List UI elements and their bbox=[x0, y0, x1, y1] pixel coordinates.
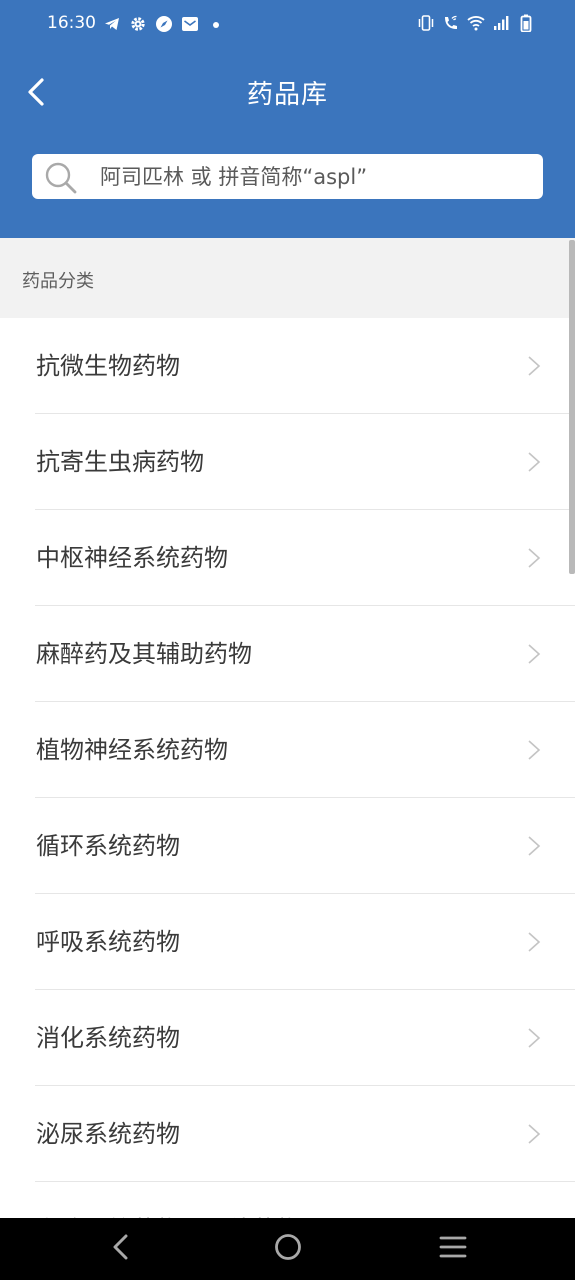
wifi-icon bbox=[467, 14, 485, 32]
vibrate-icon bbox=[417, 14, 435, 32]
category-item[interactable]: 植物神经系统药物 bbox=[0, 702, 575, 798]
nav-home-button[interactable] bbox=[271, 1232, 305, 1266]
category-item[interactable]: 循环系统药物 bbox=[0, 798, 575, 894]
category-list: 抗微生物药物 抗寄生虫病药物 中枢神经系统药物 麻醉药及其辅助药物 植物神经系统… bbox=[0, 318, 575, 1218]
category-label: 麻醉药及其辅助药物 bbox=[36, 640, 252, 668]
back-icon bbox=[104, 1230, 138, 1268]
category-label: 植物神经系统药物 bbox=[36, 736, 228, 764]
category-item[interactable]: 抗微生物药物 bbox=[0, 318, 575, 414]
section-header: 药品分类 bbox=[0, 238, 575, 318]
category-item[interactable]: 呼吸系统药物 bbox=[0, 894, 575, 990]
nav-recents-button[interactable] bbox=[436, 1232, 470, 1266]
search-input[interactable] bbox=[100, 154, 530, 199]
category-label: 血液系统药物及其他药物 bbox=[36, 1182, 300, 1218]
category-label: 消化系统药物 bbox=[36, 1024, 180, 1052]
category-label: 抗微生物药物 bbox=[36, 352, 180, 380]
category-label: 泌尿系统药物 bbox=[36, 1120, 180, 1148]
nav-back-button[interactable] bbox=[104, 1232, 138, 1266]
chevron-right-icon bbox=[527, 931, 541, 953]
category-item[interactable]: 中枢神经系统药物 bbox=[0, 510, 575, 606]
scrollbar[interactable] bbox=[569, 240, 575, 574]
search-icon bbox=[44, 161, 78, 195]
chevron-right-icon bbox=[527, 1027, 541, 1049]
settings-icon bbox=[129, 15, 147, 33]
category-item[interactable]: 抗寄生虫病药物 bbox=[0, 414, 575, 510]
category-label: 中枢神经系统药物 bbox=[36, 544, 228, 572]
status-bar: 16:30 bbox=[0, 0, 575, 48]
category-label: 呼吸系统药物 bbox=[36, 928, 180, 956]
wifi-call-icon bbox=[442, 14, 460, 32]
category-item[interactable]: 泌尿系统药物 bbox=[0, 1086, 575, 1182]
chevron-right-icon bbox=[527, 451, 541, 473]
status-time: 16:30 bbox=[47, 13, 96, 33]
header: 16:30 药品库 阿司匹林 或 拼音简称“aspl” bbox=[0, 0, 575, 238]
dot-icon bbox=[207, 15, 225, 33]
page-title: 药品库 bbox=[246, 80, 328, 110]
chevron-right-icon bbox=[527, 547, 541, 569]
search-box[interactable] bbox=[32, 154, 543, 199]
status-right-icons bbox=[417, 12, 535, 34]
home-icon bbox=[271, 1230, 305, 1268]
chevron-right-icon bbox=[527, 1123, 541, 1145]
category-label: 循环系统药物 bbox=[36, 832, 180, 860]
category-item[interactable]: 消化系统药物 bbox=[0, 990, 575, 1086]
compass-icon bbox=[155, 15, 173, 33]
chevron-right-icon bbox=[527, 643, 541, 665]
telegram-icon bbox=[103, 15, 121, 33]
chevron-right-icon bbox=[527, 835, 541, 857]
mail-icon bbox=[181, 15, 199, 33]
section-title: 药品分类 bbox=[22, 271, 94, 292]
signal-icon bbox=[492, 14, 510, 32]
chevron-right-icon bbox=[527, 739, 541, 761]
system-nav-bar bbox=[0, 1218, 575, 1280]
battery-icon bbox=[517, 14, 535, 32]
status-left-icons bbox=[103, 13, 225, 35]
category-item[interactable]: 麻醉药及其辅助药物 bbox=[0, 606, 575, 702]
menu-icon bbox=[436, 1230, 470, 1268]
chevron-right-icon bbox=[527, 355, 541, 377]
category-item[interactable]: 血液系统药物及其他药物 bbox=[0, 1182, 575, 1218]
screen: 16:30 药品库 阿司匹林 或 拼音简称“aspl” 药品分类 抗微生物药物 … bbox=[0, 0, 575, 1280]
navbar: 药品库 bbox=[0, 60, 575, 124]
category-label: 抗寄生虫病药物 bbox=[36, 448, 204, 476]
